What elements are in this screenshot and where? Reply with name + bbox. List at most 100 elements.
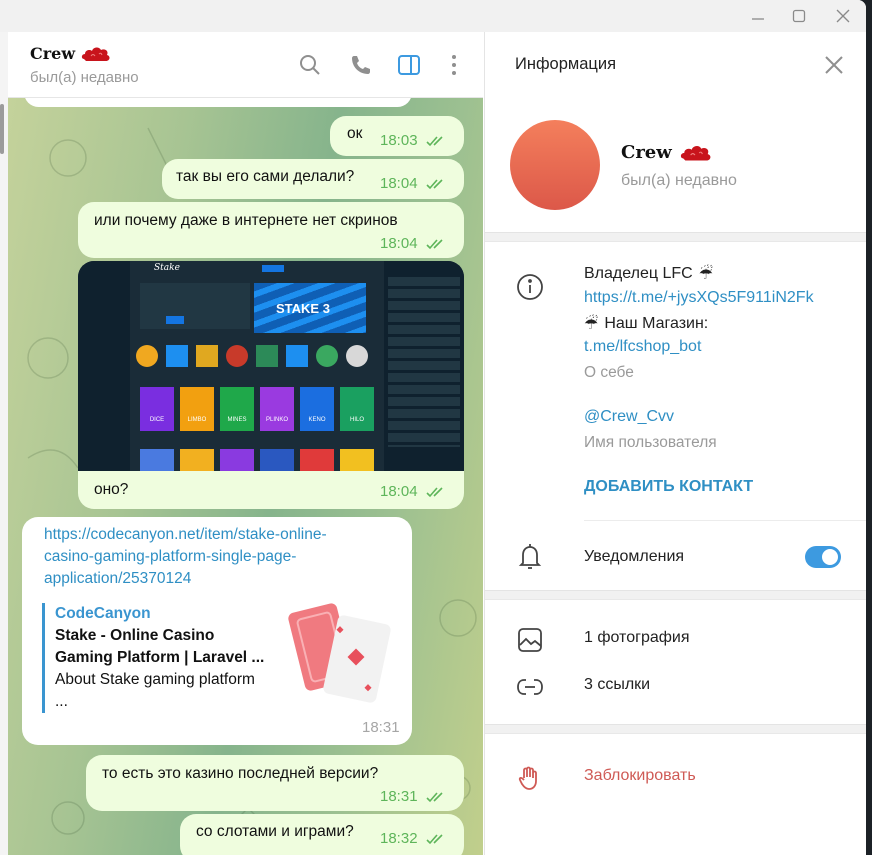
photo-icon-wrap bbox=[515, 625, 545, 655]
bell-icon-wrap bbox=[515, 542, 545, 572]
double-check-icon bbox=[425, 178, 443, 189]
red-cloud-emoji-icon bbox=[680, 145, 711, 160]
minimize-icon bbox=[752, 18, 764, 20]
info-icon bbox=[517, 274, 543, 300]
info-panel-title: Информация bbox=[515, 55, 617, 73]
message-meta: 18:32 bbox=[380, 830, 448, 847]
peer-name[interactable]: Crew bbox=[30, 44, 111, 63]
message-meta: 18:03 bbox=[380, 132, 448, 149]
message-text: то есть это казино последней версии? bbox=[102, 765, 379, 782]
link-preview-description: About Stake gaming platform bbox=[55, 671, 255, 688]
message-list[interactable]: ок 18:03 так вы его сами делали? 18:04 и… bbox=[8, 98, 483, 855]
maximize-icon bbox=[792, 9, 806, 23]
message-meta: 18:31 bbox=[362, 719, 400, 736]
section-divider bbox=[485, 232, 866, 242]
photo-attachment[interactable]: Stake STAKE 3 DICE LIMBO MINES PLINKO KE… bbox=[78, 261, 464, 471]
hand-icon-wrap bbox=[515, 763, 545, 793]
link-icon-wrap bbox=[515, 672, 545, 702]
window-close-button[interactable] bbox=[821, 0, 865, 32]
search-icon bbox=[300, 55, 320, 75]
call-button[interactable] bbox=[348, 52, 374, 78]
block-user-button[interactable]: Заблокировать bbox=[584, 767, 696, 785]
message-bubble[interactable]: или почему даже в интернете нет скринов … bbox=[78, 202, 464, 258]
message-bubble[interactable]: со слотами и играми? 18:32 bbox=[180, 814, 464, 855]
toggle-knob bbox=[820, 547, 840, 567]
user-info-panel: Информация Crew был(а) недавно Владелец … bbox=[484, 32, 866, 855]
message-meta: 18:04 bbox=[380, 235, 448, 252]
message-text: со слотами и играми? bbox=[196, 823, 354, 840]
username-value[interactable]: @Crew_Cvv bbox=[584, 408, 674, 426]
media-links-link[interactable]: 3 ссылки bbox=[584, 676, 650, 694]
avatar[interactable] bbox=[510, 120, 600, 210]
title-bar bbox=[0, 0, 866, 32]
chat-header[interactable]: Crew был(а) недавно bbox=[8, 32, 483, 98]
screenshot-chat-column bbox=[384, 261, 464, 471]
double-check-icon bbox=[425, 791, 443, 802]
message-bubble[interactable]: так вы его сами делали? 18:04 bbox=[162, 159, 464, 199]
link-message-bubble[interactable]: https://codecanyon.net/item/stake-online… bbox=[22, 517, 412, 745]
playing-cards-thumbnail bbox=[288, 603, 391, 703]
info-user-status: был(а) недавно bbox=[621, 172, 737, 189]
photo-icon bbox=[518, 628, 542, 652]
red-cloud-emoji-icon bbox=[81, 46, 110, 61]
message-text: оно? bbox=[94, 481, 129, 498]
add-contact-button[interactable]: ДОБАВИТЬ КОНТАКТ bbox=[584, 478, 753, 496]
message-meta: 18:04 bbox=[380, 175, 448, 192]
message-time: 18:32 bbox=[380, 830, 418, 847]
username-label: Имя пользователя bbox=[584, 434, 717, 451]
peer-status: был(а) недавно bbox=[30, 69, 139, 86]
media-photos-link[interactable]: 1 фотография bbox=[584, 629, 690, 647]
bio-link-shop-bot[interactable]: t.me/lfcshop_bot bbox=[584, 338, 701, 356]
message-text: ок bbox=[347, 125, 363, 142]
umbrella-rain-emoji-icon: ☔ bbox=[584, 316, 599, 333]
bio-link-invite[interactable]: https://t.me/+jysXQs5F911iN2Fk bbox=[584, 289, 814, 307]
link-preview-site: CodeCanyon bbox=[55, 605, 151, 622]
more-button[interactable] bbox=[441, 52, 467, 78]
screenshot-banner: STAKE 3 bbox=[254, 283, 366, 333]
divider bbox=[584, 520, 866, 521]
double-check-icon bbox=[425, 238, 443, 249]
message-time: 18:31 bbox=[380, 788, 418, 805]
sidebar-toggle-button[interactable] bbox=[396, 52, 422, 78]
double-check-icon bbox=[425, 135, 443, 146]
message-bubble-partial bbox=[24, 98, 412, 107]
phone-icon bbox=[352, 56, 370, 74]
info-user-name: Crew bbox=[621, 142, 712, 163]
umbrella-rain-emoji-icon: ☔ bbox=[698, 266, 714, 283]
message-time: 18:03 bbox=[380, 132, 418, 149]
maximize-button[interactable] bbox=[777, 0, 821, 32]
message-text: так вы его сами делали? bbox=[176, 168, 355, 185]
double-check-icon bbox=[425, 486, 443, 497]
bio-line: Владелец LFC ☔ bbox=[584, 265, 714, 283]
close-info-button[interactable] bbox=[821, 52, 847, 78]
scrollbar-thumb[interactable] bbox=[0, 104, 4, 154]
photo-message-bubble[interactable]: Stake STAKE 3 DICE LIMBO MINES PLINKO KE… bbox=[78, 261, 464, 509]
link-preview[interactable]: CodeCanyon Stake - Online Casino Gaming … bbox=[42, 603, 282, 713]
scrollbar[interactable] bbox=[0, 32, 8, 855]
link-preview-title: Stake - Online Casino bbox=[55, 627, 215, 644]
message-meta: 18:04 bbox=[380, 483, 448, 500]
double-check-icon bbox=[425, 833, 443, 844]
message-text: или почему даже в интернете нет скринов bbox=[94, 212, 398, 229]
telegram-window: Crew был(а) недавно ок 18:03 так вы его … bbox=[0, 0, 866, 855]
chat-panel: Crew был(а) недавно ок 18:03 так вы его … bbox=[0, 32, 483, 855]
hand-stop-icon bbox=[518, 766, 537, 790]
search-button[interactable] bbox=[297, 52, 323, 78]
notifications-label: Уведомления bbox=[584, 548, 685, 565]
bell-icon bbox=[518, 544, 542, 569]
bio-label: О себе bbox=[584, 364, 634, 381]
message-time: 18:04 bbox=[380, 175, 418, 192]
message-bubble[interactable]: ок 18:03 bbox=[330, 116, 464, 156]
notifications-toggle[interactable] bbox=[805, 546, 841, 568]
section-divider bbox=[485, 724, 866, 734]
screenshot-logo: Stake bbox=[154, 263, 180, 273]
message-time: 18:04 bbox=[380, 235, 418, 252]
message-time: 18:04 bbox=[380, 483, 418, 500]
message-bubble[interactable]: то есть это казино последней версии? 18:… bbox=[86, 755, 464, 811]
more-vertical-icon bbox=[452, 55, 456, 75]
minimize-button[interactable] bbox=[736, 0, 780, 32]
message-link[interactable]: https://codecanyon.net/item/stake-online… bbox=[44, 524, 327, 590]
link-icon bbox=[517, 679, 543, 695]
bio-line: ☔ Наш Магазин: bbox=[584, 315, 709, 333]
info-icon-wrap bbox=[515, 272, 545, 302]
